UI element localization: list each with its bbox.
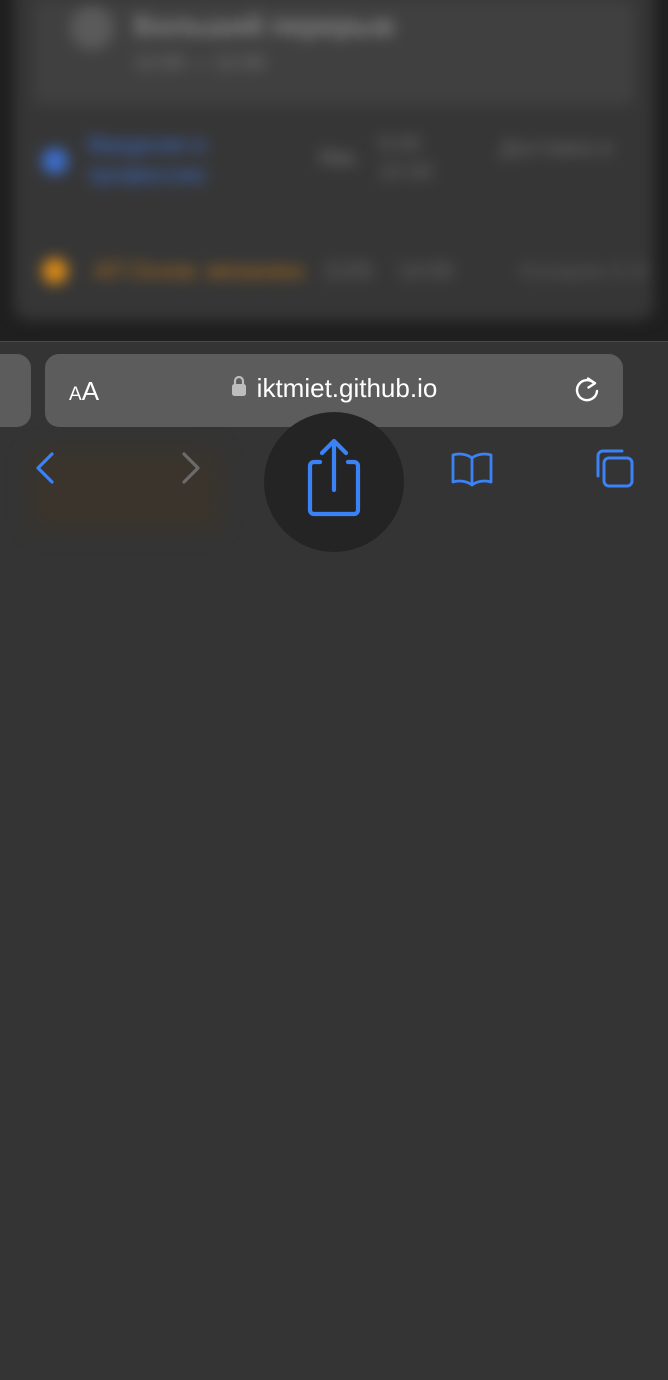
blurred-schedule: Больший перерыв 12:00 — 12:50 Введение в… <box>0 0 668 342</box>
practice-time: 14:00 <box>398 258 454 283</box>
schedule-card: Больший перерыв 12:00 — 12:50 Введение в… <box>14 0 654 320</box>
share-button[interactable] <box>264 412 404 552</box>
practice-title: АП Основ. механика <box>94 258 304 283</box>
lecture-type: Лек. <box>318 145 361 170</box>
lecture-title: Введение в профессию <box>88 132 206 187</box>
lock-icon <box>231 375 246 396</box>
event-time: 12:00 — 12:50 <box>134 52 266 74</box>
reload-icon[interactable] <box>571 374 603 406</box>
chevron-right-icon[interactable] <box>172 446 208 490</box>
share-icon <box>307 438 361 517</box>
practice-teacher: Кокарев А.И. <box>520 258 653 283</box>
previous-tab-address-bar[interactable] <box>0 354 31 427</box>
url-display[interactable]: iktmiet.github.io <box>45 373 623 404</box>
clock-icon <box>70 6 114 50</box>
event-title: Больший перерыв <box>134 10 395 41</box>
practice-icon <box>42 258 68 284</box>
lecture-icon <box>42 148 68 174</box>
tabs-icon[interactable] <box>590 444 638 492</box>
break-item: Больший перерыв 12:00 — 12:50 <box>34 0 634 105</box>
practice-room: 2105 <box>324 258 373 283</box>
url-text: iktmiet.github.io <box>256 373 438 403</box>
toolbar-divider <box>0 341 668 342</box>
lecture-teacher: Доставка в <box>500 135 613 160</box>
chevron-left-icon[interactable] <box>28 446 64 490</box>
safari-screen: Больший перерыв 12:00 — 12:50 Введение в… <box>0 0 668 1380</box>
book-icon[interactable] <box>448 446 496 490</box>
web-content: Больший перерыв 12:00 — 12:50 Введение в… <box>0 0 668 342</box>
lecture-time: 9:00 10:30 <box>378 131 434 184</box>
